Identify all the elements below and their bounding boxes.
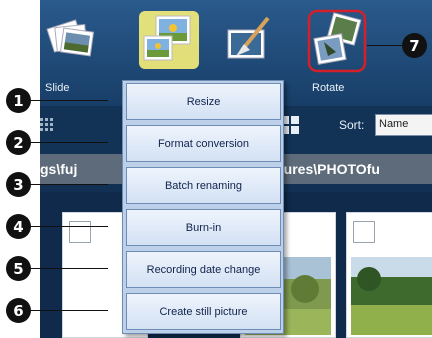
slideshow-label: Slide (45, 82, 70, 94)
callout-leader-line (30, 310, 108, 311)
rotate-icon (307, 9, 367, 73)
grid-view-small-icon[interactable] (40, 116, 58, 134)
photo-app-window: Slide uch (40, 0, 432, 338)
retouch-tool-button[interactable] (222, 10, 278, 72)
callout-badge-5: 5 (6, 256, 31, 281)
callout-badge-6: 6 (6, 298, 31, 323)
menu-item-format-conversion[interactable]: Format conversion (126, 125, 281, 162)
edit-photos-icon (139, 11, 199, 69)
rotate-tool-button[interactable] (306, 8, 368, 74)
callout-leader-line (30, 268, 108, 269)
edit-dropdown-menu: Resize Format conversion Batch renaming … (122, 80, 284, 334)
callout-leader-line (30, 184, 108, 185)
slideshow-tool-button[interactable] (46, 10, 102, 72)
retouch-brush-icon (227, 16, 270, 59)
sort-dropdown[interactable]: Name (375, 114, 432, 136)
menu-item-recording-date-change[interactable]: Recording date change (126, 251, 281, 288)
folder-path-start: gs\fuj (40, 161, 78, 177)
callout-badge-3: 3 (6, 172, 31, 197)
menu-item-batch-renaming[interactable]: Batch renaming (126, 167, 281, 204)
sort-label: Sort: (339, 118, 365, 132)
callout-badge-2: 2 (6, 130, 31, 155)
callout-badge-1: 1 (6, 88, 31, 113)
edit-tool-button[interactable] (136, 8, 202, 70)
menu-item-resize[interactable]: Resize (126, 83, 281, 120)
menu-item-burn-in[interactable]: Burn-in (126, 209, 281, 246)
menu-item-create-still-picture[interactable]: Create still picture (126, 293, 281, 330)
select-checkbox[interactable] (69, 221, 91, 243)
rotate-label: Rotate (312, 82, 345, 94)
slideshow-icon (46, 19, 95, 57)
callout-leader-line (30, 226, 108, 227)
callout-badge-4: 4 (6, 214, 31, 239)
thumbnail-card[interactable] (346, 212, 432, 338)
callout-leader-line (367, 45, 403, 46)
photo-thumbnail (351, 257, 432, 335)
callout-leader-line (30, 142, 108, 143)
callout-badge-7: 7 (402, 33, 427, 58)
callout-leader-line (30, 100, 108, 101)
select-checkbox[interactable] (353, 221, 375, 243)
